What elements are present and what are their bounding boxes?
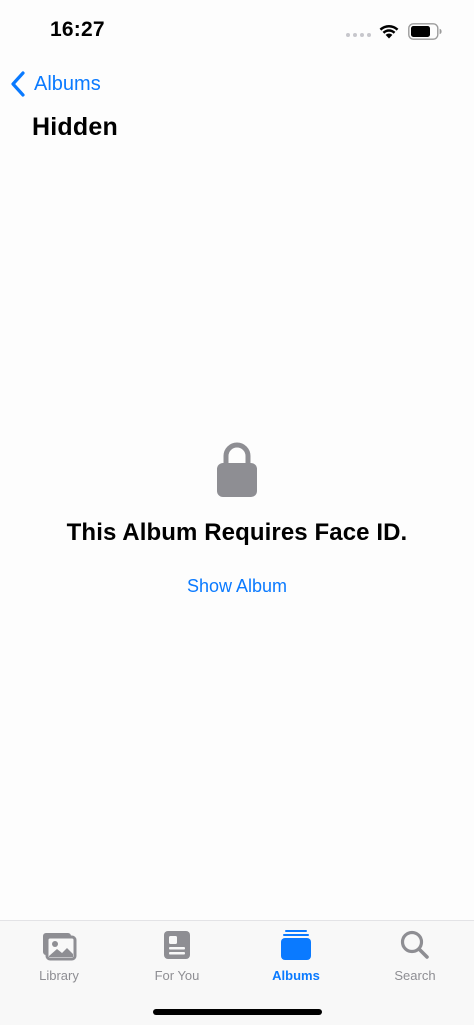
tab-for-you[interactable]: For You [118,929,236,993]
tab-albums[interactable]: Albums [237,929,355,993]
locked-message: This Album Requires Face ID. [66,519,408,546]
back-button-label: Albums [34,72,101,95]
tab-library[interactable]: Library [0,929,118,993]
tab-search[interactable]: Search [356,929,474,993]
tab-label-albums: Albums [272,968,320,983]
status-time: 16:27 [50,18,105,41]
tab-label-library: Library [39,968,79,983]
library-icon [43,933,77,961]
albums-icon [281,930,311,960]
hidden-album-screen: 16:27 Albums Hidden This Album Requires … [0,0,474,1025]
back-button[interactable]: Albums [8,68,101,100]
search-icon [400,930,429,959]
tab-label-for-you: For You [154,968,200,983]
tab-label-search: Search [394,968,436,983]
lock-icon [217,442,257,497]
wifi-icon [379,24,399,39]
home-indicator [153,1009,322,1015]
show-album-button[interactable]: Show Album [0,576,474,597]
status-bar: 16:27 [0,0,474,60]
for-you-icon [164,931,190,959]
battery-icon [408,23,442,40]
chevron-left-icon [11,71,25,97]
cellular-signal-icon [346,33,371,37]
page-title: Hidden [32,113,118,141]
